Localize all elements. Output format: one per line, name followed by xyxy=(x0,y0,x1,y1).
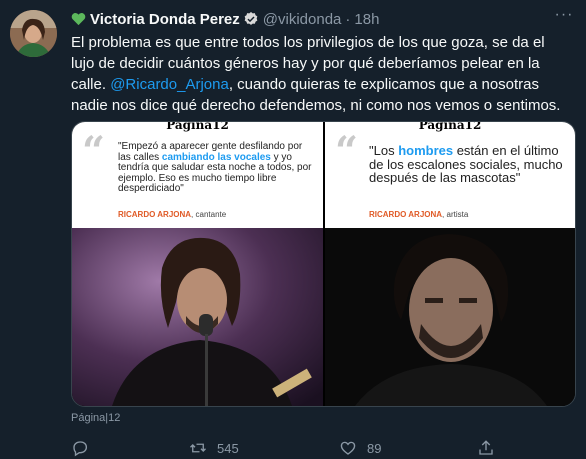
green-heart-icon xyxy=(71,13,86,26)
mention-link[interactable]: @Ricardo_Arjona xyxy=(110,76,229,93)
media-image-left[interactable]: Página12 “ "Empezó a aparecer gente desf… xyxy=(72,122,323,406)
tweet-timestamp[interactable]: 18h xyxy=(354,11,379,28)
tweet-header: Victoria Donda Perez @vikidonda · 18h xyxy=(71,10,379,28)
more-options-icon[interactable]: ··· xyxy=(552,7,576,24)
reply-button[interactable] xyxy=(71,438,89,458)
newspaper-logo: Página12 xyxy=(418,122,482,132)
media-image-right[interactable]: Página12 “ "Los hombres están en el últi… xyxy=(325,122,575,406)
separator-dot: · xyxy=(345,10,351,28)
like-count: 89 xyxy=(367,440,382,456)
media-source-label: Página|12 xyxy=(71,412,121,424)
tweet-actions: 545 89 xyxy=(71,438,571,458)
author-name[interactable]: Victoria Donda Perez xyxy=(90,11,240,28)
quote-card: Página12 “ "Empezó a aparecer gente desf… xyxy=(72,122,323,228)
quote-mark-icon: “ xyxy=(82,128,106,175)
quote-mark-icon: “ xyxy=(335,128,359,175)
singer-photo xyxy=(72,228,323,406)
quote-card: Página12 “ "Los hombres están en el últi… xyxy=(325,122,575,228)
newspaper-logo: Página12 xyxy=(166,122,229,132)
verified-badge-icon xyxy=(244,12,258,25)
tweet-media[interactable]: Página12 “ "Empezó a aparecer gente desf… xyxy=(71,121,576,407)
quote-text: "Empezó a aparecer gente desfilando por … xyxy=(118,141,312,194)
quote-text: "Los hombres están en el último de los e… xyxy=(369,143,563,185)
share-icon xyxy=(479,440,493,455)
retweet-count: 545 xyxy=(217,440,239,456)
tweet-text: El problema es que entre todos los privi… xyxy=(71,32,571,116)
quote-author: RICARDO ARJONA, artista xyxy=(369,210,469,219)
retweet-icon xyxy=(190,443,206,453)
heart-icon xyxy=(340,441,356,455)
retweet-button[interactable]: 545 xyxy=(189,438,239,458)
avatar[interactable] xyxy=(10,10,57,57)
reply-icon xyxy=(73,441,88,457)
singer-portrait xyxy=(325,228,575,406)
like-button[interactable]: 89 xyxy=(339,438,381,458)
share-button[interactable] xyxy=(477,438,495,458)
author-handle[interactable]: @vikidonda xyxy=(263,11,342,28)
quote-author: RICARDO ARJONA, cantante xyxy=(118,210,227,219)
